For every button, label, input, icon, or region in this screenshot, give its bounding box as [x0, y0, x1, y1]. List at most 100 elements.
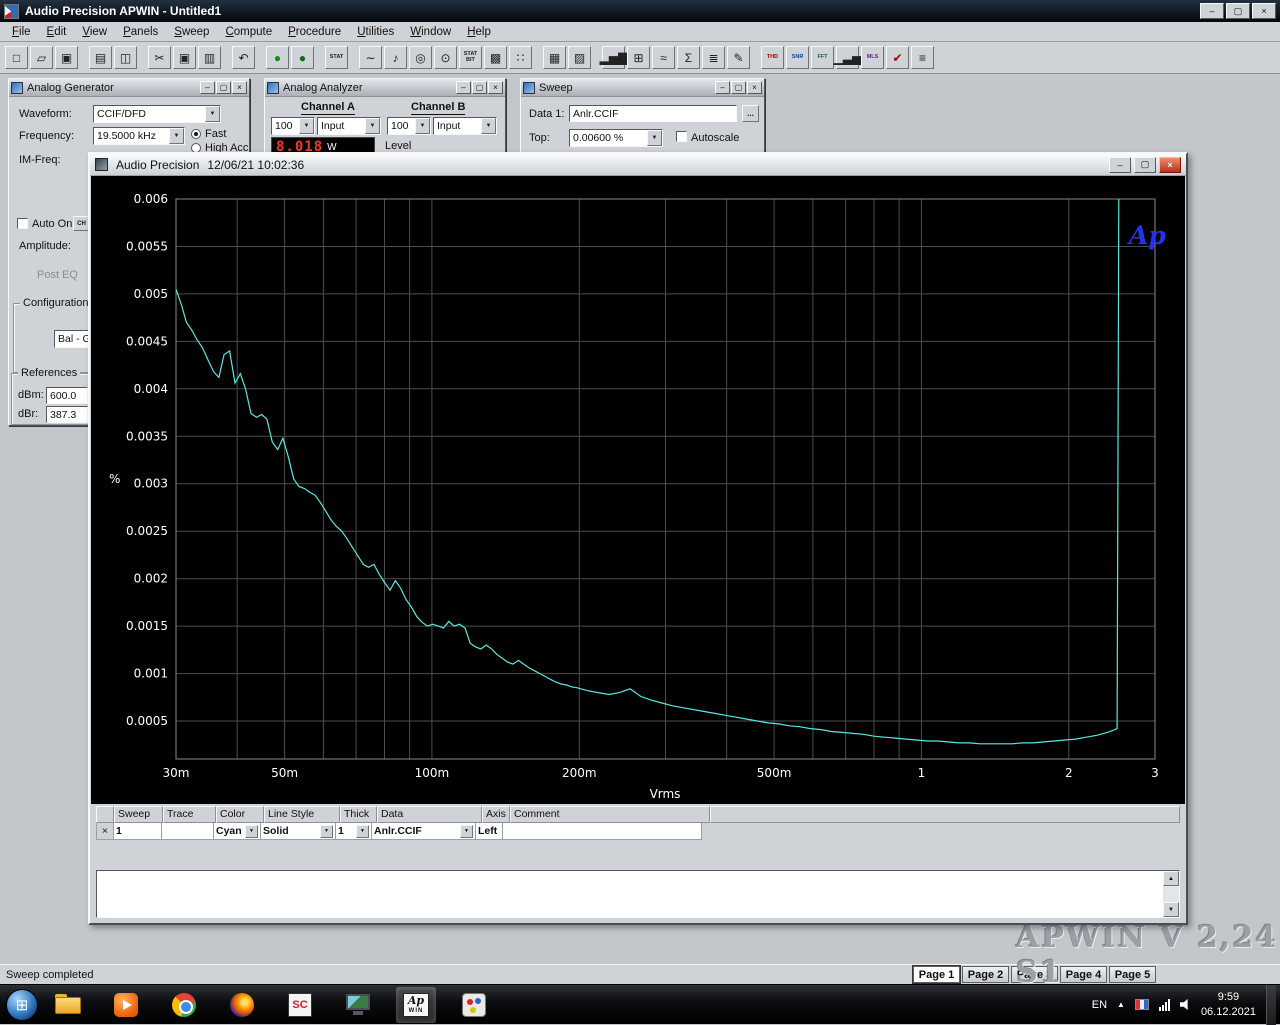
generator-minimize-button[interactable]: –	[200, 81, 215, 94]
toolbar-edit-procedure-button[interactable]: ✎	[727, 46, 750, 69]
toolbar-paste-button[interactable]: ▥	[198, 46, 221, 69]
taskbar-media-player-button[interactable]	[106, 987, 146, 1023]
toolbar-mls-button[interactable]: MLS	[861, 46, 884, 69]
data1-field[interactable]: Anlr.CCIF	[569, 105, 737, 122]
toolbar-settling-button[interactable]: ≈	[652, 46, 675, 69]
toolbar-bargraph-button[interactable]: ▂▅▇	[602, 46, 625, 69]
range-b-select[interactable]: 100 ▼	[387, 117, 431, 135]
page-button-page-1[interactable]: Page 1	[913, 966, 960, 983]
toolbar-sweep-display-button[interactable]: ⊞	[627, 46, 650, 69]
menu-edit[interactable]: Edit	[39, 24, 75, 40]
window-minimize-button[interactable]: –	[1200, 3, 1224, 19]
top-select[interactable]: 0.00600 % ▼	[569, 129, 663, 147]
graph-close-button[interactable]: ×	[1159, 157, 1181, 173]
toolbar-save-button[interactable]: ▣	[55, 46, 78, 69]
taskbar-apwin-button[interactable]: Ap WIN	[396, 987, 436, 1023]
menu-sweep[interactable]: Sweep	[166, 24, 217, 40]
graph-minimize-button[interactable]: –	[1109, 157, 1131, 173]
menu-view[interactable]: View	[74, 24, 115, 40]
generator-close-button[interactable]: ×	[232, 81, 247, 94]
auto-on-checkbox[interactable]	[17, 218, 28, 229]
menu-window[interactable]: Window	[402, 24, 459, 40]
dropdown-arrow-icon[interactable]: ▼	[481, 118, 496, 134]
sweep-maximize-button[interactable]: ▢	[731, 81, 746, 94]
trace-cell-data[interactable]: Anlr.CCIF▼	[371, 823, 476, 840]
sweep-minimize-button[interactable]: –	[715, 81, 730, 94]
dropdown-arrow-icon[interactable]: ▼	[356, 825, 369, 838]
toolbar-compute-button[interactable]: Σ	[677, 46, 700, 69]
toolbar-print-button[interactable]: ▤	[89, 46, 112, 69]
range-a-select[interactable]: 100 ▼	[271, 117, 315, 135]
dropdown-arrow-icon[interactable]: ▼	[647, 130, 662, 146]
menu-procedure[interactable]: Procedure	[280, 24, 349, 40]
trace-cell-trace[interactable]	[161, 823, 214, 840]
toolbar-panel-b-button[interactable]: ▨	[568, 46, 591, 69]
show-desktop-button[interactable]	[1266, 985, 1276, 1025]
toolbar-panel-a-button[interactable]: ▦	[543, 46, 566, 69]
toolbar-copy-button[interactable]: ▣	[173, 46, 196, 69]
dropdown-arrow-icon[interactable]: ▼	[245, 825, 258, 838]
taskbar-explorer-button[interactable]	[48, 987, 88, 1023]
dropdown-arrow-icon[interactable]: ▼	[299, 118, 314, 134]
toolbar-stat-bit-button[interactable]: STAT BIT	[459, 46, 482, 69]
toolbar-print-preview-button[interactable]: ◫	[114, 46, 137, 69]
toolbar-stat-button[interactable]: STAT	[325, 46, 348, 69]
menu-utilities[interactable]: Utilities	[349, 24, 402, 40]
network-icon[interactable]	[1159, 999, 1170, 1011]
taskbar-capture-button[interactable]	[338, 987, 378, 1023]
toolbar-speaker-button[interactable]: ♪	[384, 46, 407, 69]
volume-icon[interactable]	[1180, 999, 1191, 1010]
input-b-select[interactable]: Input ▼	[433, 117, 497, 135]
dropdown-arrow-icon[interactable]: ▼	[365, 118, 380, 134]
scroll-down-icon[interactable]: ▼	[1163, 902, 1179, 917]
analog-analyzer-titlebar[interactable]: Analog Analyzer – ▢ ×	[265, 79, 505, 97]
toolbar-new-button[interactable]: □	[5, 46, 28, 69]
analyzer-maximize-button[interactable]: ▢	[472, 81, 487, 94]
trace-cell-line-style[interactable]: Solid▼	[260, 823, 336, 840]
comment-scrollbar[interactable]: ▲ ▼	[1163, 871, 1179, 917]
trace-enable-cell[interactable]: ×	[96, 823, 114, 840]
trace-cell-comment[interactable]	[502, 823, 702, 840]
page-button-page-2[interactable]: Page 2	[962, 966, 1009, 983]
input-a-select[interactable]: Input ▼	[317, 117, 381, 135]
data1-browse-button[interactable]: ...	[742, 105, 759, 122]
dropdown-arrow-icon[interactable]: ▼	[169, 128, 184, 144]
language-indicator[interactable]: EN	[1092, 999, 1107, 1011]
toolbar-clock-button[interactable]: ⊙	[434, 46, 457, 69]
toolbar-cut-button[interactable]: ✂	[148, 46, 171, 69]
frequency-select[interactable]: 19.5000 kHz ▼	[93, 127, 185, 145]
toolbar-generator-on-button[interactable]: ●	[266, 46, 289, 69]
toolbar-verify-button[interactable]: ✔	[886, 46, 909, 69]
generator-maximize-button[interactable]: ▢	[216, 81, 231, 94]
menu-file[interactable]: File	[4, 24, 39, 40]
tray-expand-icon[interactable]: ▲	[1117, 1000, 1125, 1009]
menu-help[interactable]: Help	[459, 24, 499, 40]
taskbar-soundcheck-button[interactable]: SC	[280, 987, 320, 1023]
graph-maximize-button[interactable]: ▢	[1134, 157, 1156, 173]
comment-box[interactable]: ▲ ▼	[96, 870, 1180, 918]
toolbar-open-button[interactable]: ▱	[30, 46, 53, 69]
graph-window-titlebar[interactable]: Audio Precision 12/06/21 10:02:36 – ▢ ×	[90, 154, 1186, 176]
toolbar-macro-button[interactable]: ≣	[702, 46, 725, 69]
analyzer-close-button[interactable]: ×	[488, 81, 503, 94]
toolbar-sine-button[interactable]: ∼	[359, 46, 382, 69]
dropdown-arrow-icon[interactable]: ▼	[320, 825, 333, 838]
clock[interactable]: 9:59 06.12.2021	[1201, 990, 1256, 1020]
start-button[interactable]: ⊞	[6, 989, 38, 1021]
dbm-field[interactable]: 600.0	[46, 387, 88, 404]
fast-radio[interactable]	[191, 129, 201, 139]
scroll-up-icon[interactable]: ▲	[1163, 871, 1179, 886]
toolbar-fft-button[interactable]: FFT	[811, 46, 834, 69]
menu-compute[interactable]: Compute	[217, 24, 280, 40]
dropdown-arrow-icon[interactable]: ▼	[460, 825, 473, 838]
sweep-titlebar[interactable]: Sweep – ▢ ×	[521, 79, 764, 97]
dropdown-arrow-icon[interactable]: ▼	[205, 106, 220, 122]
taskbar-paint-button[interactable]	[454, 987, 494, 1023]
trace-cell-axis[interactable]: Left	[475, 823, 503, 840]
trace-cell-sweep[interactable]: 1	[113, 823, 162, 840]
window-close-button[interactable]: ×	[1252, 3, 1276, 19]
toolbar-analyzer-on-button[interactable]: ●	[291, 46, 314, 69]
taskbar-chrome-button[interactable]	[164, 987, 204, 1023]
dropdown-arrow-icon[interactable]: ▼	[415, 118, 430, 134]
toolbar-undo-button[interactable]: ↶	[232, 46, 255, 69]
